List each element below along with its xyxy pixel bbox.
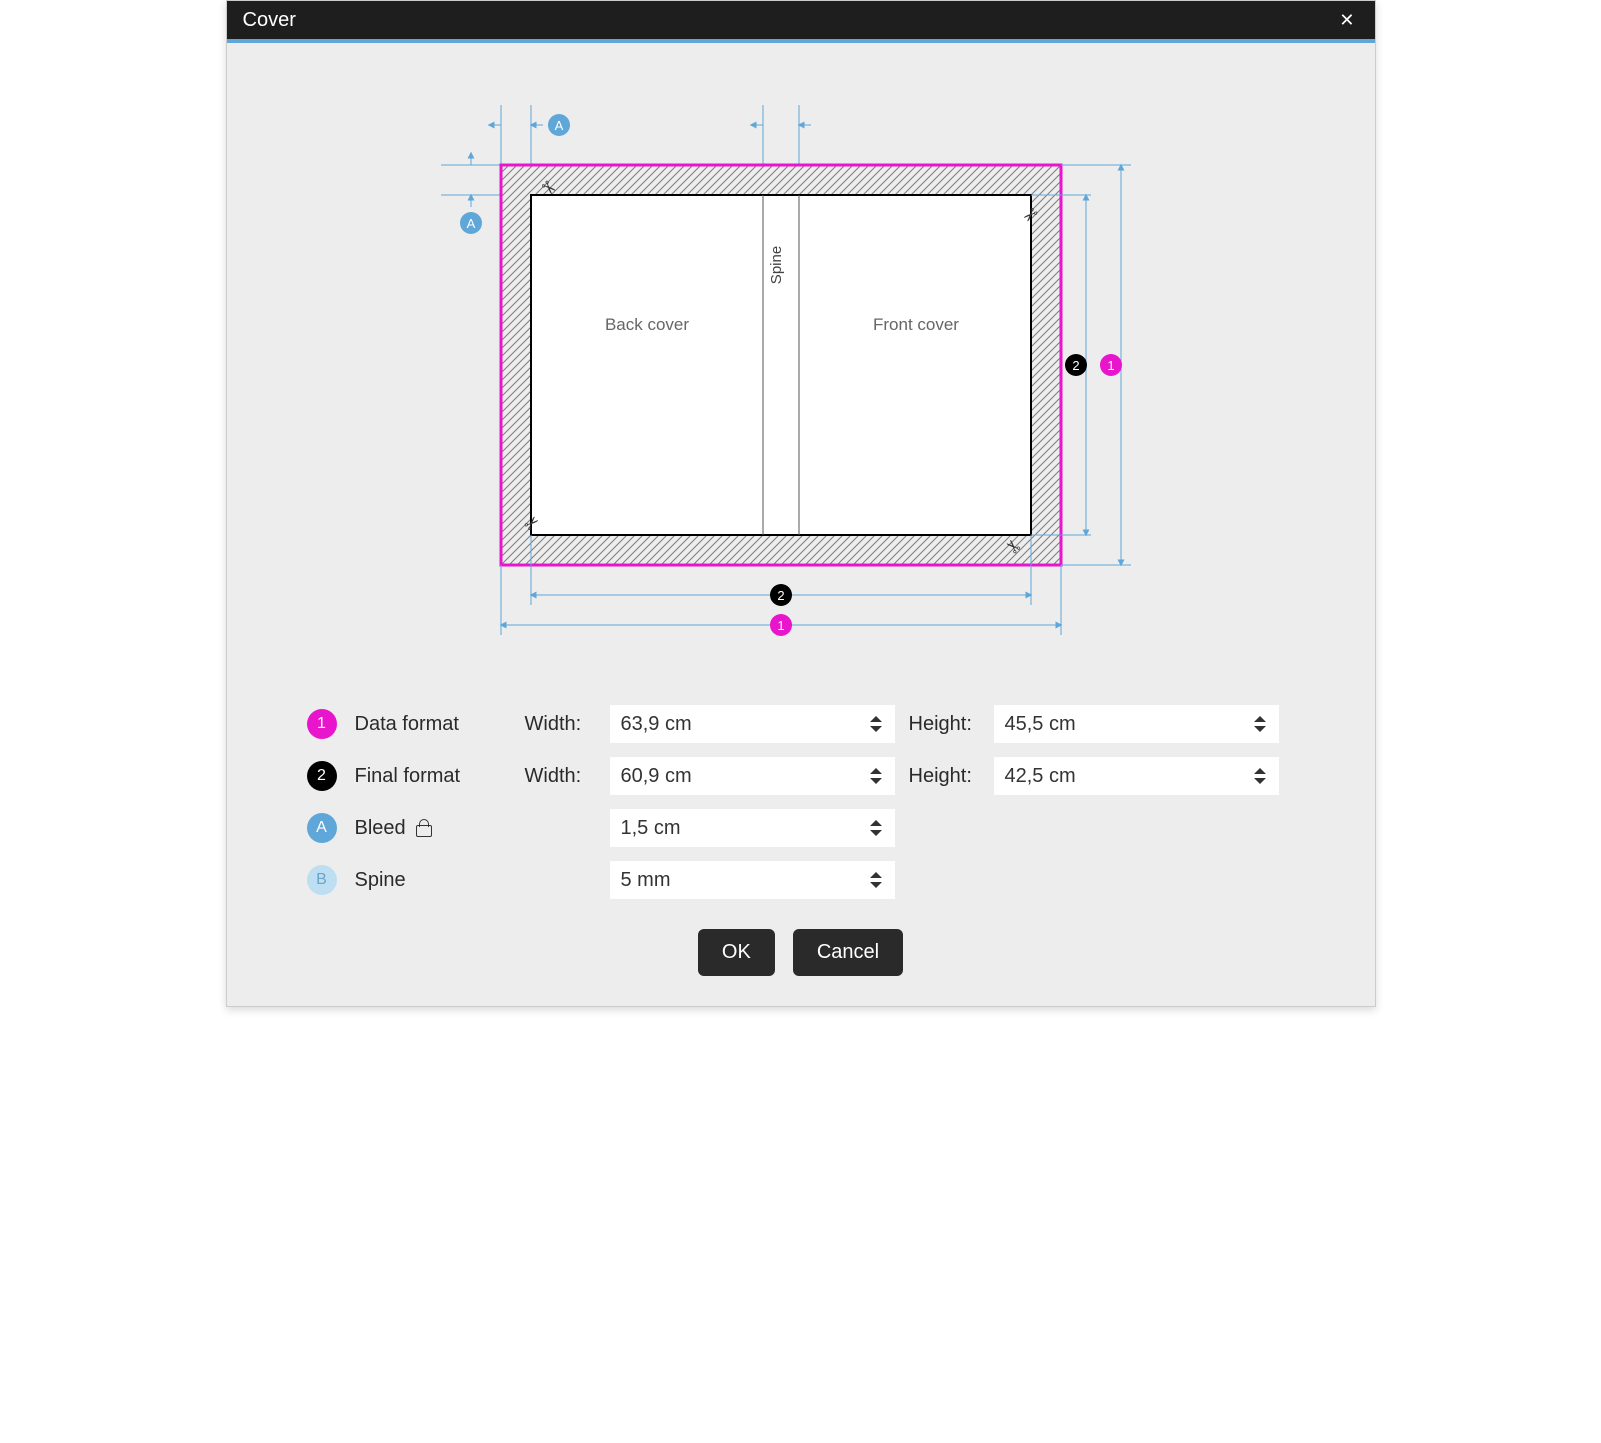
svg-text:A: A (554, 118, 563, 133)
cover-diagram: A A ✂ ✂ ✂ ✂ (267, 75, 1335, 705)
badge-final-format: 2 (307, 761, 337, 791)
final-height-value: 42,5 cm (1005, 765, 1076, 788)
spine-input[interactable]: 5 mm (610, 861, 895, 899)
spine-value: 5 mm (621, 869, 671, 892)
title-bar: Cover ✕ (227, 1, 1375, 43)
stepper-down-icon[interactable] (1254, 726, 1266, 732)
svg-text:2: 2 (1072, 358, 1079, 373)
label-final-format: Final format (355, 765, 525, 788)
height-label: Height: (909, 765, 994, 788)
cancel-button[interactable]: Cancel (793, 929, 903, 976)
ok-button[interactable]: OK (698, 929, 775, 976)
badge-spine: B (307, 865, 337, 895)
svg-text:1: 1 (777, 618, 784, 633)
dialog-title: Cover (243, 9, 296, 32)
diagram-svg: A A ✂ ✂ ✂ ✂ (441, 105, 1161, 665)
stepper-up-icon[interactable] (870, 820, 882, 826)
stepper-down-icon[interactable] (870, 726, 882, 732)
svg-text:1: 1 (1107, 358, 1114, 373)
stepper-up-icon[interactable] (1254, 716, 1266, 722)
label-data-format: Data format (355, 713, 525, 736)
label-spine: Spine (355, 869, 525, 892)
label-bleed: Bleed (355, 817, 525, 840)
legend-section: 1 Data format Width: 63,9 cm Height: 45,… (267, 705, 1335, 899)
stepper-up-icon[interactable] (870, 768, 882, 774)
final-height-input[interactable]: 42,5 cm (994, 757, 1279, 795)
bleed-value: 1,5 cm (621, 817, 681, 840)
cover-dialog: Cover ✕ (226, 0, 1376, 1007)
close-icon[interactable]: ✕ (1331, 6, 1362, 35)
data-height-value: 45,5 cm (1005, 713, 1076, 736)
badge-data-format: 1 (307, 709, 337, 739)
stepper-down-icon[interactable] (870, 778, 882, 784)
width-label: Width: (525, 713, 610, 736)
dialog-content: A A ✂ ✂ ✂ ✂ (227, 43, 1375, 1006)
stepper-up-icon[interactable] (870, 716, 882, 722)
stepper-up-icon[interactable] (870, 872, 882, 878)
svg-text:2: 2 (777, 588, 784, 603)
row-final-format: 2 Final format Width: 60,9 cm Height: 42… (307, 757, 1295, 795)
final-width-value: 60,9 cm (621, 765, 692, 788)
data-width-input[interactable]: 63,9 cm (610, 705, 895, 743)
data-height-input[interactable]: 45,5 cm (994, 705, 1279, 743)
stepper-down-icon[interactable] (1254, 778, 1266, 784)
stepper-down-icon[interactable] (870, 830, 882, 836)
width-label: Width: (525, 765, 610, 788)
data-width-value: 63,9 cm (621, 713, 692, 736)
svg-text:Back cover: Back cover (604, 315, 688, 334)
row-data-format: 1 Data format Width: 63,9 cm Height: 45,… (307, 705, 1295, 743)
lock-icon (416, 819, 432, 837)
badge-bleed: A (307, 813, 337, 843)
svg-text:A: A (466, 216, 475, 231)
svg-text:Spine: Spine (768, 246, 785, 284)
bleed-input[interactable]: 1,5 cm (610, 809, 895, 847)
height-label: Height: (909, 713, 994, 736)
stepper-down-icon[interactable] (870, 882, 882, 888)
row-bleed: A Bleed 1,5 cm (307, 809, 1295, 847)
button-row: OK Cancel (267, 929, 1335, 976)
row-spine: B Spine 5 mm (307, 861, 1295, 899)
svg-text:Front cover: Front cover (873, 315, 959, 334)
final-width-input[interactable]: 60,9 cm (610, 757, 895, 795)
stepper-up-icon[interactable] (1254, 768, 1266, 774)
